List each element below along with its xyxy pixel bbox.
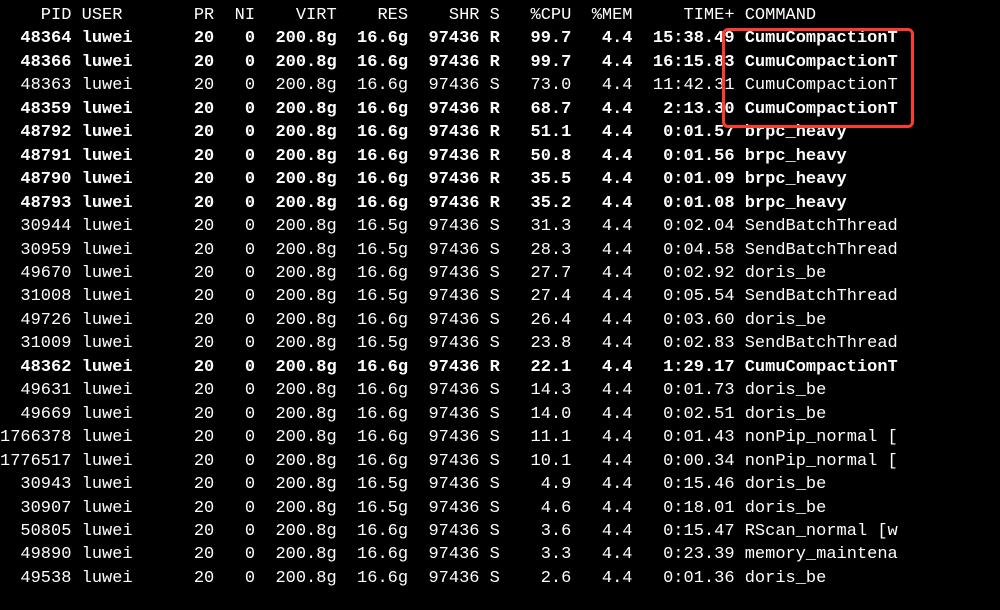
process-row: 48791 luwei 20 0 200.8g 16.6g 97436 R 50…: [0, 145, 1000, 168]
process-row: 48362 luwei 20 0 200.8g 16.6g 97436 R 22…: [0, 356, 1000, 379]
process-table-header: PID USER PR NI VIRT RES SHR S %CPU %MEM …: [0, 4, 1000, 27]
process-row: 30943 luwei 20 0 200.8g 16.5g 97436 S 4.…: [0, 473, 1000, 496]
process-row: 49890 luwei 20 0 200.8g 16.6g 97436 S 3.…: [0, 543, 1000, 566]
process-row: 50805 luwei 20 0 200.8g 16.6g 97436 S 3.…: [0, 520, 1000, 543]
process-row: 1766378 luwei 20 0 200.8g 16.6g 97436 S …: [0, 426, 1000, 449]
terminal-output: PID USER PR NI VIRT RES SHR S %CPU %MEM …: [0, 0, 1000, 590]
process-row: 49631 luwei 20 0 200.8g 16.6g 97436 S 14…: [0, 379, 1000, 402]
process-row: 30944 luwei 20 0 200.8g 16.5g 97436 S 31…: [0, 215, 1000, 238]
process-row: 31009 luwei 20 0 200.8g 16.5g 97436 S 23…: [0, 332, 1000, 355]
process-row: 48359 luwei 20 0 200.8g 16.6g 97436 R 68…: [0, 98, 1000, 121]
process-row: 48790 luwei 20 0 200.8g 16.6g 97436 R 35…: [0, 168, 1000, 191]
process-row: 1776517 luwei 20 0 200.8g 16.6g 97436 S …: [0, 450, 1000, 473]
process-row: 48364 luwei 20 0 200.8g 16.6g 97436 R 99…: [0, 27, 1000, 50]
process-row: 30907 luwei 20 0 200.8g 16.5g 97436 S 4.…: [0, 497, 1000, 520]
process-row: 48366 luwei 20 0 200.8g 16.6g 97436 R 99…: [0, 51, 1000, 74]
process-row: 48793 luwei 20 0 200.8g 16.6g 97436 R 35…: [0, 192, 1000, 215]
process-row: 48792 luwei 20 0 200.8g 16.6g 97436 R 51…: [0, 121, 1000, 144]
process-row: 30959 luwei 20 0 200.8g 16.5g 97436 S 28…: [0, 239, 1000, 262]
process-row: 49669 luwei 20 0 200.8g 16.6g 97436 S 14…: [0, 403, 1000, 426]
process-row: 49538 luwei 20 0 200.8g 16.6g 97436 S 2.…: [0, 567, 1000, 590]
process-row: 31008 luwei 20 0 200.8g 16.5g 97436 S 27…: [0, 285, 1000, 308]
process-row: 48363 luwei 20 0 200.8g 16.6g 97436 S 73…: [0, 74, 1000, 97]
process-row: 49670 luwei 20 0 200.8g 16.6g 97436 S 27…: [0, 262, 1000, 285]
process-row: 49726 luwei 20 0 200.8g 16.6g 97436 S 26…: [0, 309, 1000, 332]
